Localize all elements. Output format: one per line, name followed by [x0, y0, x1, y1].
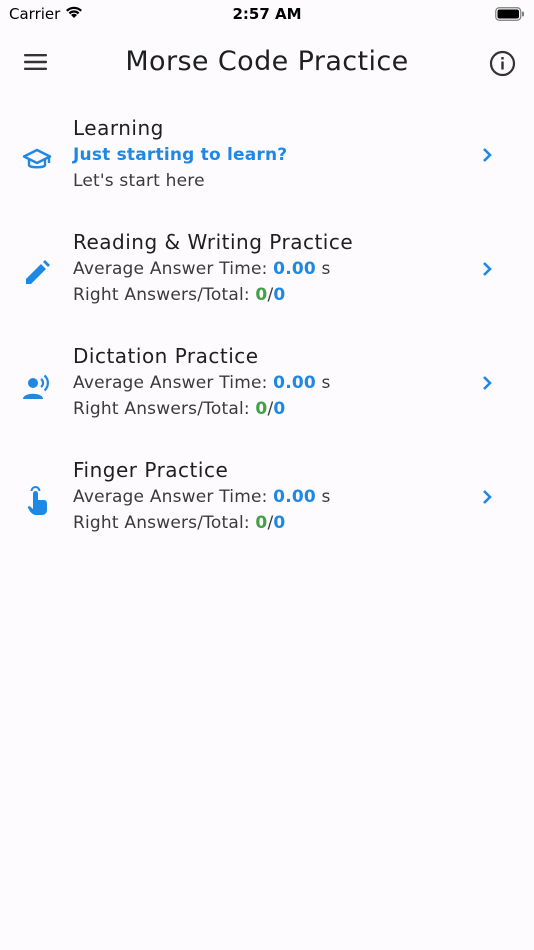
item-title: Reading & Writing Practice [73, 230, 354, 254]
item-subtitle: Just starting to learn? [73, 145, 288, 165]
right-answers-label: Right Answers/Total: [73, 513, 250, 533]
total-answers-count: 0 [273, 285, 286, 305]
graduation-cap-icon [22, 144, 52, 174]
item-title: Learning [73, 116, 164, 140]
battery-icon [495, 6, 525, 25]
average-time-line: Average Answer Time: 0.00 s [73, 484, 331, 510]
average-time-value: 0.00 [273, 373, 316, 393]
right-answers-label: Right Answers/Total: [73, 399, 250, 419]
time-unit: s [321, 373, 331, 393]
item-title: Dictation Practice [73, 344, 259, 368]
item-title: Finger Practice [73, 458, 229, 482]
right-answers-count: 0 [255, 399, 268, 419]
status-time: 2:57 AM [232, 5, 302, 23]
practice-menu-list: Learning Just starting to learn? Let's s… [0, 108, 534, 564]
total-answers-count: 0 [273, 399, 286, 419]
page-title: Morse Code Practice [125, 46, 409, 77]
info-circle-icon[interactable] [488, 49, 517, 82]
item-description: Let's start here [73, 171, 205, 191]
average-time-line: Average Answer Time: 0.00 s [73, 370, 331, 396]
right-answers-label: Right Answers/Total: [73, 285, 250, 305]
chevron-right-icon [480, 488, 494, 510]
list-item-finger-practice[interactable]: Finger Practice Average Answer Time: 0.0… [0, 450, 534, 564]
time-unit: s [321, 487, 331, 507]
status-bar: Carrier 2:57 AM [0, 0, 534, 28]
person-speaking-icon [22, 372, 52, 402]
average-time-value: 0.00 [273, 487, 316, 507]
right-answers-line: Right Answers/Total: 0/0 [73, 510, 331, 536]
app-bar: Morse Code Practice [0, 36, 534, 92]
right-answers-line: Right Answers/Total: 0/0 [73, 282, 353, 308]
list-item-reading-writing-practice[interactable]: Reading & Writing Practice Average Answe… [0, 222, 534, 336]
chevron-right-icon [480, 260, 494, 282]
right-answers-count: 0 [255, 513, 268, 533]
chevron-right-icon [480, 146, 494, 168]
touch-finger-icon [22, 486, 52, 516]
time-unit: s [321, 259, 331, 279]
average-time-value: 0.00 [273, 259, 316, 279]
right-answers-count: 0 [255, 285, 268, 305]
total-answers-count: 0 [273, 513, 286, 533]
average-time-label: Average Answer Time: [73, 373, 268, 393]
average-time-line: Average Answer Time: 0.00 s [73, 256, 353, 282]
chevron-right-icon [480, 374, 494, 396]
list-item-learning[interactable]: Learning Just starting to learn? Let's s… [0, 108, 534, 222]
right-answers-line: Right Answers/Total: 0/0 [73, 396, 331, 422]
pencil-icon [22, 258, 52, 288]
average-time-label: Average Answer Time: [73, 487, 268, 507]
list-item-dictation-practice[interactable]: Dictation Practice Average Answer Time: … [0, 336, 534, 450]
average-time-label: Average Answer Time: [73, 259, 268, 279]
